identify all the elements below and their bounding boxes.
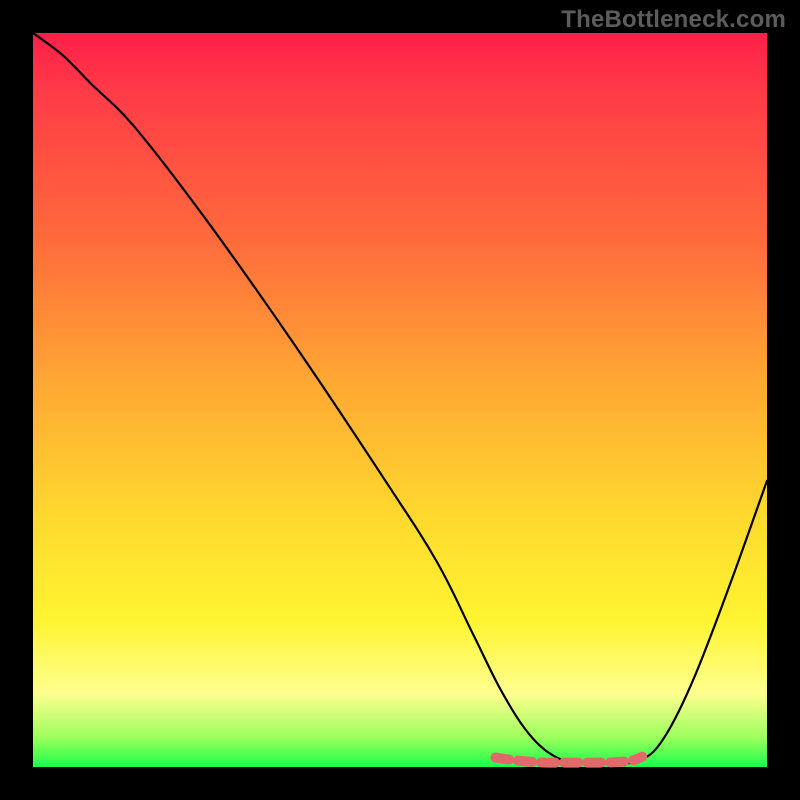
plot-area <box>33 33 767 767</box>
watermark-text: TheBottleneck.com <box>561 6 786 34</box>
chart-frame: TheBottleneck.com <box>0 0 800 800</box>
bottleneck-curve <box>33 33 767 764</box>
optimal-zone-highlight <box>495 757 642 763</box>
plot-svg <box>33 33 767 767</box>
